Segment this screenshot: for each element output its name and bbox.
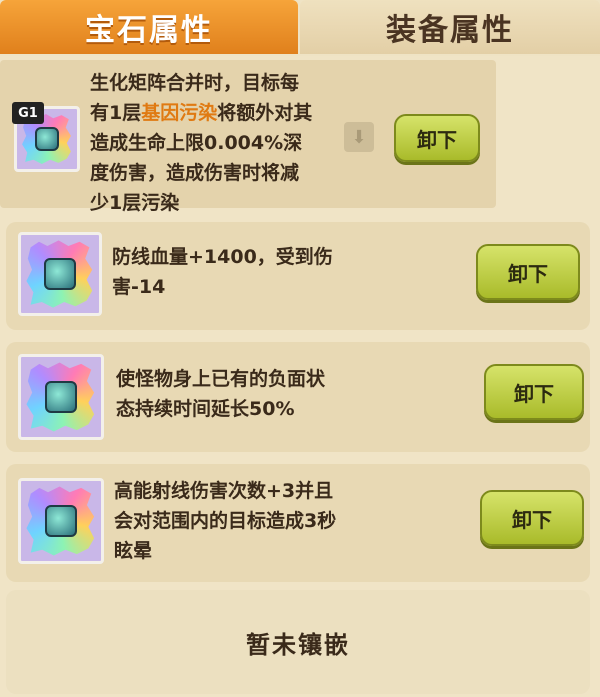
desc-line: 少1层污染 (90, 192, 180, 214)
gem-icon (18, 232, 102, 316)
gem-slot-2: 防线血量+1400，受到伤 害-14 卸下 (6, 222, 590, 330)
tab-bar: 宝石属性 装备属性 (0, 0, 600, 56)
desc-line: 生化矩阵合并时，目标每 (90, 72, 300, 94)
desc-line: 造成生命上限0.004%深 (90, 132, 303, 154)
gem-icon (18, 478, 104, 564)
desc-line: 防线血量+1400，受到伤 (112, 246, 333, 268)
gem-slot-empty[interactable]: 暂未镶嵌 (6, 590, 590, 694)
gem-core-icon (35, 127, 59, 151)
gem-description: 高能射线伤害次数+3并且 会对范围内的目标造成3秒 眩晕 (114, 476, 414, 566)
desc-line: 害-14 (112, 276, 166, 298)
gem-core-icon (45, 505, 77, 537)
gem-description: 使怪物身上已有的负面状 态持续时间延长50% (116, 364, 416, 424)
unequip-button[interactable]: 卸下 (476, 244, 580, 300)
desc-line: 使怪物身上已有的负面状 (116, 368, 326, 390)
gem-slot-3: 使怪物身上已有的负面状 态持续时间延长50% 卸下 (6, 342, 590, 452)
gem-description: 生化矩阵合并时，目标每 有1层基因污染将额外对其 造成生命上限0.004%深 度… (90, 68, 340, 218)
desc-text: 有1层 (90, 102, 142, 124)
desc-line: 眩晕 (114, 540, 153, 562)
gem-core-icon (45, 381, 77, 413)
desc-line: 态持续时间延长50% (116, 398, 295, 420)
grade-badge: G1 (12, 102, 44, 124)
desc-line: 有1层基因污染将额外对其 (90, 98, 340, 128)
unequip-button[interactable]: 卸下 (484, 364, 584, 420)
gem-slot-4: 高能射线伤害次数+3并且 会对范围内的目标造成3秒 眩晕 卸下 (6, 464, 590, 582)
gem-description: 防线血量+1400，受到伤 害-14 (112, 242, 402, 302)
unequip-button[interactable]: 卸下 (480, 490, 584, 546)
gene-pollution-keyword: 基因污染 (141, 102, 218, 124)
desc-line: 度伤害，造成伤害时将减 (90, 162, 300, 184)
lock-icon[interactable]: ⬇ (344, 122, 374, 152)
empty-slot-label: 暂未镶嵌 (246, 630, 350, 659)
gem-slot-1: G1 生化矩阵合并时，目标每 有1层基因污染将额外对其 造成生命上限0.004%… (0, 60, 496, 214)
gem-list-panel: G1 生化矩阵合并时，目标每 有1层基因污染将额外对其 造成生命上限0.004%… (0, 56, 600, 697)
tab-equipment-attributes[interactable]: 装备属性 (300, 0, 600, 54)
desc-text: 将额外对其 (217, 102, 313, 124)
gem-core-icon (44, 258, 76, 290)
unequip-button[interactable]: 卸下 (394, 114, 480, 162)
gem-icon (18, 354, 104, 440)
desc-line: 高能射线伤害次数+3并且 (114, 480, 334, 502)
desc-line: 会对范围内的目标造成3秒 (114, 510, 337, 532)
tab-gem-attributes[interactable]: 宝石属性 (0, 0, 298, 54)
